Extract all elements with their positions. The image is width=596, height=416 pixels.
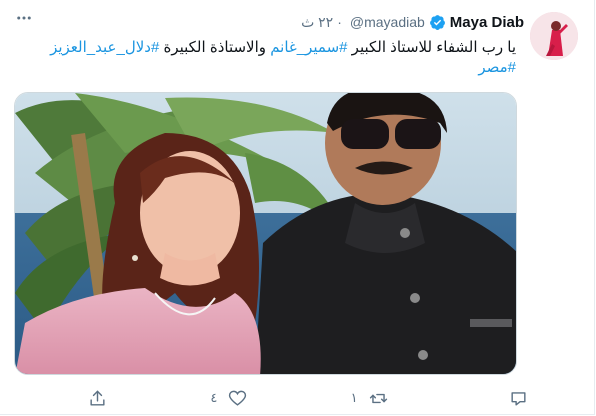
- tweet-text-part: يا رب الشفاء للاستاذ الكبير: [347, 39, 516, 56]
- author-name[interactable]: Maya Diab: [450, 14, 524, 31]
- reply-icon: [511, 391, 526, 406]
- author-avatar[interactable]: [530, 12, 578, 60]
- hashtag-link[interactable]: #مصر: [478, 59, 516, 76]
- hashtag-link[interactable]: #سمير_غانم: [270, 39, 347, 56]
- retweet-count: ١: [350, 390, 358, 405]
- tweet-timestamp[interactable]: ٢٢ ث: [301, 14, 333, 31]
- share-icon: [90, 390, 105, 406]
- like-count: ٤: [210, 390, 218, 405]
- retweet-icon: [369, 393, 387, 403]
- like-action[interactable]: ٤: [210, 389, 247, 408]
- like-icon: [229, 390, 247, 406]
- reply-action[interactable]: [491, 389, 528, 408]
- tweet-text-part: والاستاذة الكبيرة: [159, 39, 271, 56]
- retweet-action[interactable]: ١: [351, 389, 388, 408]
- share-action[interactable]: [88, 389, 107, 408]
- tweet-card[interactable]: Maya Diab @mayadiab · ٢٢ ث يا رب الشفاء …: [0, 0, 595, 415]
- header-separator: ·: [337, 14, 342, 30]
- author-handle[interactable]: @mayadiab: [350, 14, 425, 30]
- tweet-header: Maya Diab @mayadiab · ٢٢ ث: [40, 10, 524, 34]
- tweet-photo[interactable]: [14, 92, 517, 375]
- verified-badge-icon: [429, 14, 445, 30]
- tweet-text: يا رب الشفاء للاستاذ الكبير #سمير_غانم و…: [26, 38, 516, 78]
- hashtag-link[interactable]: #دلال_عبد_العزيز: [50, 39, 159, 56]
- tweet-actions: ٤ ١: [88, 386, 528, 410]
- more-icon[interactable]: [12, 8, 36, 28]
